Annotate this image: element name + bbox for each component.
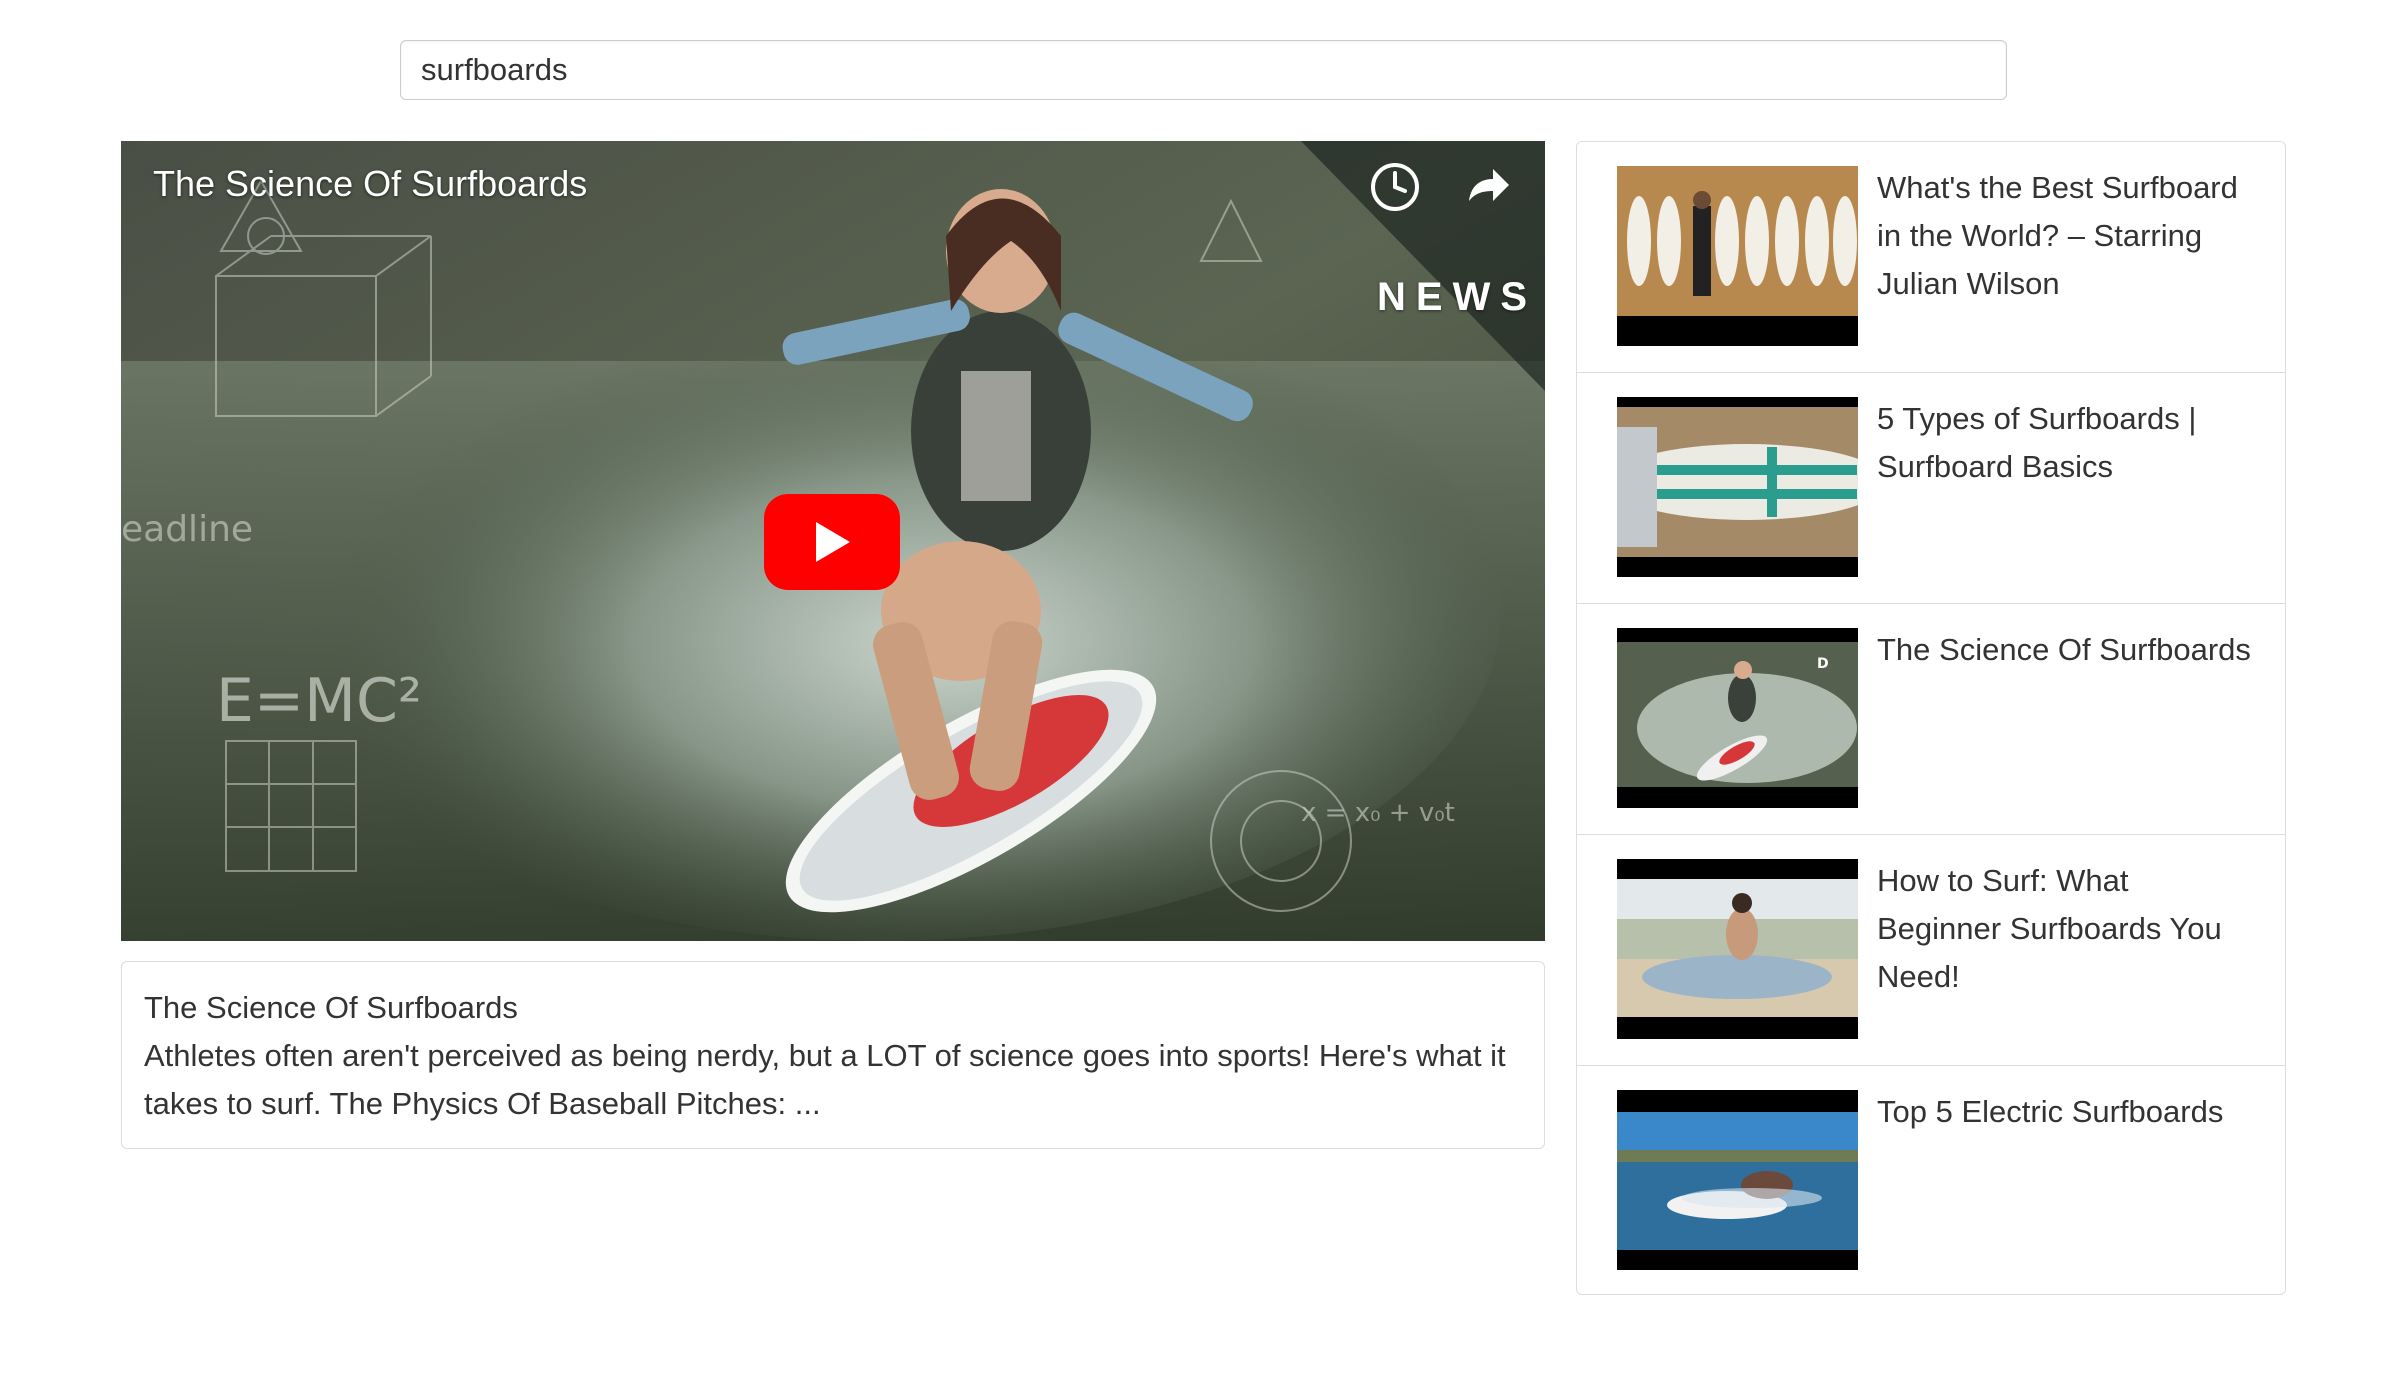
- video-thumbnail: D: [1617, 628, 1858, 808]
- video-item-title: The Science Of Surfboards: [1877, 632, 2251, 667]
- video-description-panel: The Science Of Surfboards Athletes often…: [121, 961, 1545, 1149]
- clock-icon[interactable]: [1367, 159, 1423, 215]
- video-results-list: What's the Best Surfboard in the World? …: [1576, 141, 2286, 1295]
- video-thumbnail: [1617, 1090, 1858, 1270]
- svg-text:E=MC²: E=MC²: [216, 666, 422, 736]
- player-controls: [1367, 159, 1515, 215]
- search-bar: [400, 40, 2007, 100]
- video-thumbnail: [1617, 397, 1858, 577]
- page: E=MC² eadline x = x₀ + v₀t The Sci: [0, 0, 2388, 1386]
- video-list-item[interactable]: 5 Types of Surfboards | Surfboard Basics: [1577, 373, 2285, 604]
- video-item-title: 5 Types of Surfboards | Surfboard Basics: [1877, 401, 2197, 484]
- search-input[interactable]: [400, 40, 2007, 100]
- video-list-item[interactable]: How to Surf: What Beginner Surfboards Yo…: [1577, 835, 2285, 1066]
- svg-text:x = x₀ + v₀t: x = x₀ + v₀t: [1301, 798, 1455, 828]
- play-icon: [816, 522, 850, 562]
- play-button[interactable]: [764, 494, 900, 590]
- video-thumbnail: [1617, 859, 1858, 1039]
- share-icon[interactable]: [1459, 159, 1515, 215]
- video-player[interactable]: E=MC² eadline x = x₀ + v₀t The Science O…: [121, 141, 1545, 941]
- video-list-item[interactable]: What's the Best Surfboard in the World? …: [1577, 142, 2285, 373]
- description-title: The Science Of Surfboards: [144, 990, 518, 1025]
- video-item-title: What's the Best Surfboard in the World? …: [1877, 170, 2238, 301]
- channel-logo: NEWS: [1377, 275, 1537, 319]
- video-list-item[interactable]: D The Science Of Surfboards: [1577, 604, 2285, 835]
- video-item-title: How to Surf: What Beginner Surfboards Yo…: [1877, 863, 2222, 994]
- svg-text:eadline: eadline: [121, 509, 253, 550]
- video-thumbnail: [1617, 166, 1858, 346]
- description-text: Athletes often aren't perceived as being…: [144, 1038, 1506, 1121]
- svg-text:D: D: [1817, 656, 1829, 672]
- video-item-title: Top 5 Electric Surfboards: [1877, 1094, 2224, 1129]
- video-title-overlay: The Science Of Surfboards: [153, 163, 588, 204]
- video-list-item[interactable]: Top 5 Electric Surfboards: [1577, 1066, 2285, 1294]
